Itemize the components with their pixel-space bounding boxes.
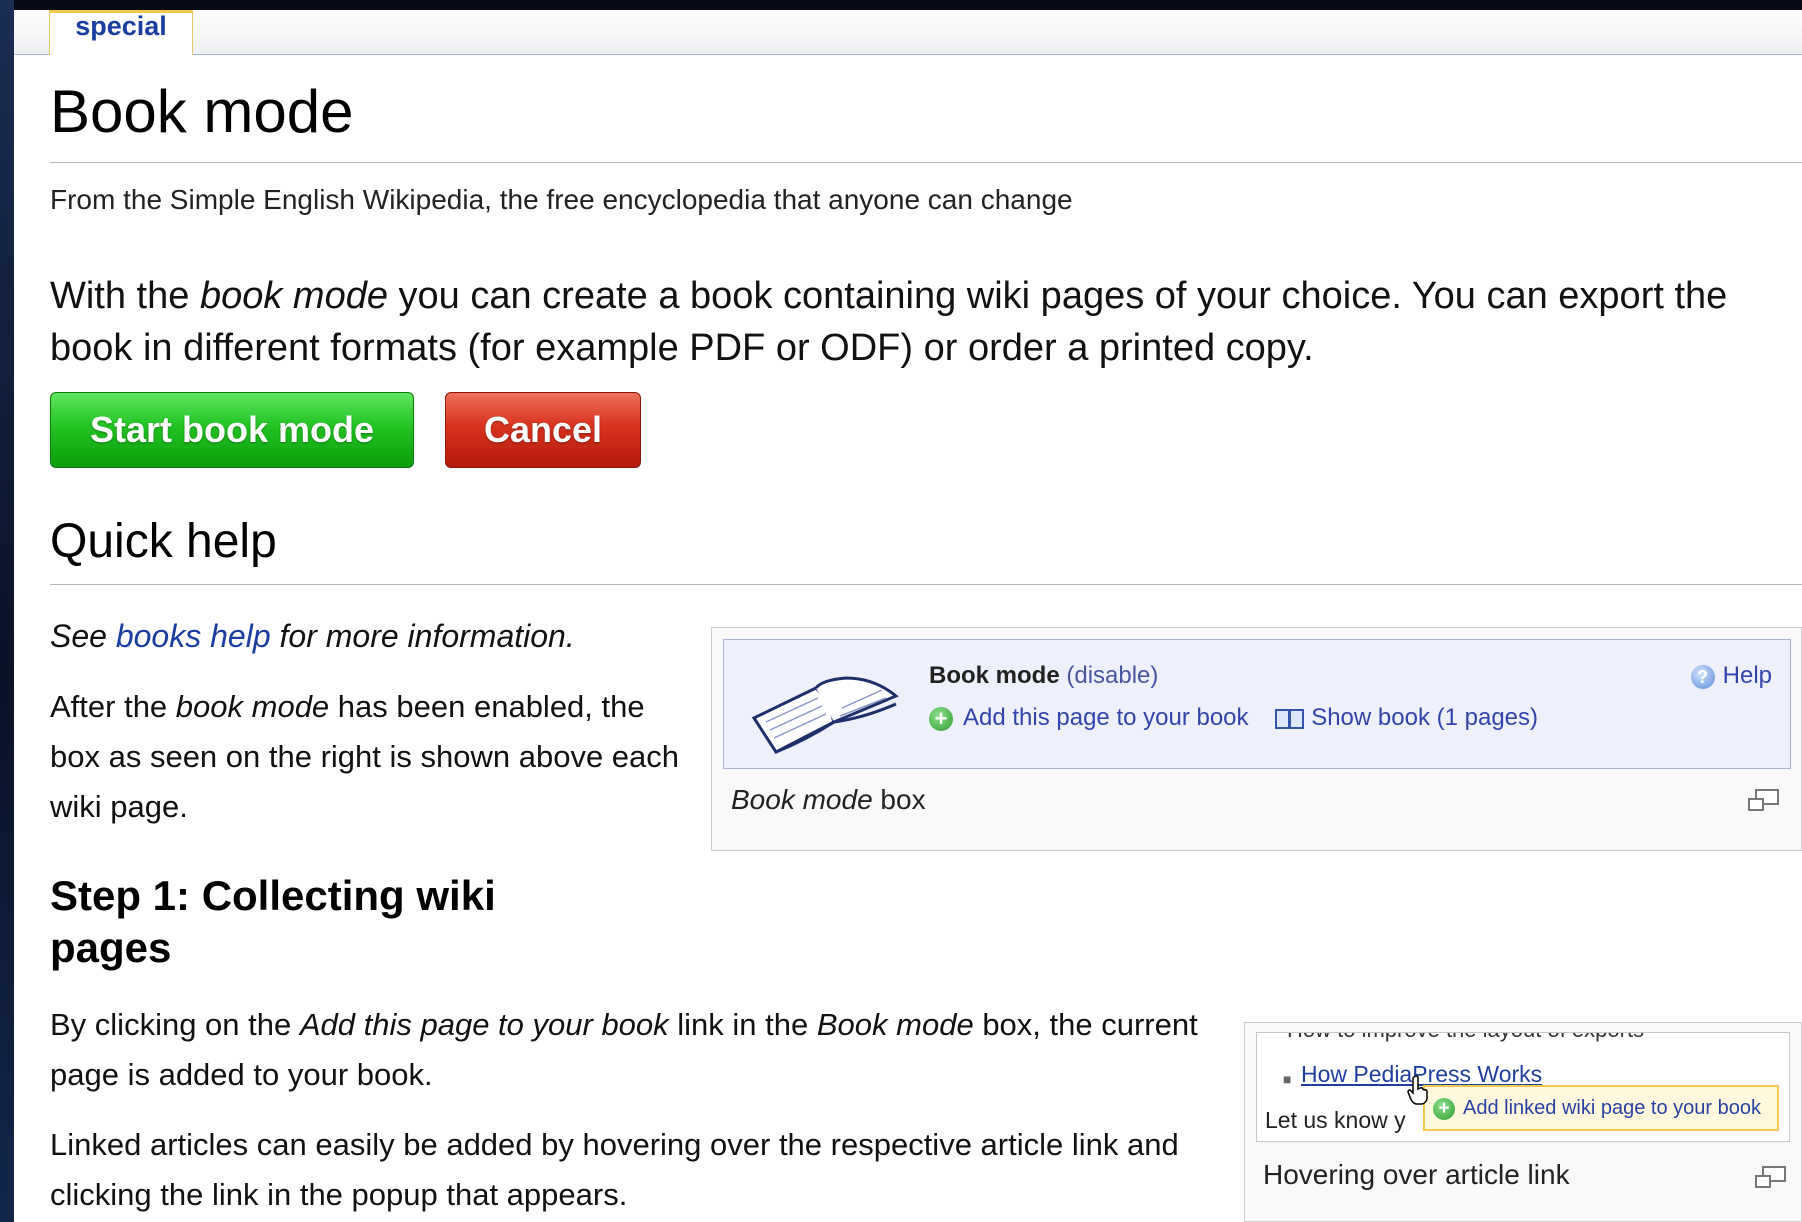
book-icon (1275, 708, 1305, 729)
after-text-1: After the (50, 689, 176, 724)
see-help-after: for more information. (270, 618, 575, 654)
book-mode-label: Book mode (disable) (929, 662, 1158, 690)
book-illustration-icon (751, 676, 899, 754)
book-mode-box: Book mode (disable) + Add this page to yo… (723, 639, 1791, 769)
add-page-link[interactable]: Add this page to your book (963, 704, 1249, 731)
linked-articles-paragraph: Linked articles can easily be added by h… (50, 1127, 1179, 1212)
intro-paragraph: With the book mode you can create a book… (50, 270, 1770, 374)
wiki-page: special Book mode From the Simple Englis… (14, 10, 1802, 1222)
see-help-line: See books help for more information. (50, 618, 575, 655)
tab-bar: special (14, 10, 1802, 55)
step1-paragraph: By clicking on the Add this page to your… (50, 1000, 1220, 1100)
bullet-icon: ■ (1283, 1071, 1292, 1087)
step1-em-1: Add this page to your book (299, 1007, 669, 1042)
popup-label[interactable]: Add linked wiki page to your book (1463, 1097, 1761, 1119)
help-link-wrap[interactable]: ? Help (1690, 662, 1772, 690)
intro-text-1: With the (50, 275, 200, 317)
books-help-link[interactable]: books help (116, 618, 271, 654)
hover-thumbnail: How to improve the layout of exports ■ H… (1244, 1022, 1802, 1222)
site-subtitle: From the Simple English Wikipedia, the f… (50, 184, 1073, 215)
help-icon: ? (1690, 664, 1715, 689)
after-em: book mode (175, 689, 330, 724)
step1-heading: Step 1: Collecting wiki pages (50, 872, 496, 971)
page-title: Book mode (50, 78, 354, 145)
step1-em-2: Book mode (816, 1007, 974, 1042)
add-linked-page-popup[interactable]: + Add linked wiki page to your book (1423, 1085, 1779, 1131)
show-book-link[interactable]: Show book (1 pages) (1311, 704, 1538, 731)
tab-special[interactable]: special (49, 10, 193, 55)
magnify-icon[interactable] (1746, 788, 1782, 814)
thumb2-caption: Hovering over article link (1263, 1159, 1570, 1190)
see-help-text: See (50, 618, 116, 654)
title-divider (50, 162, 1802, 163)
let-us-know-text: Let us know y (1265, 1107, 1406, 1133)
help-link[interactable]: Help (1723, 662, 1772, 689)
cancel-button[interactable]: Cancel (445, 392, 641, 468)
book-mode-title: Book mode (929, 662, 1060, 689)
caption1-em: Book mode (731, 784, 873, 815)
add-icon: + (929, 706, 953, 731)
hand-cursor-icon (1407, 1075, 1428, 1105)
section-divider (50, 584, 1802, 585)
hover-preview: How to improve the layout of exports ■ H… (1256, 1032, 1790, 1142)
caption1-rest: box (872, 784, 926, 815)
add-icon: + (1433, 1097, 1455, 1120)
book-mode-box-thumbnail: Book mode (disable) + Add this page to yo… (711, 627, 1802, 851)
magnify-icon[interactable] (1753, 1165, 1789, 1191)
desktop-background (0, 0, 14, 1222)
disable-link[interactable]: (disable) (1066, 662, 1158, 689)
start-book-mode-button[interactable]: Start book mode (50, 392, 414, 468)
step1-text-b: link in the (668, 1007, 817, 1042)
after-enabled-paragraph: After the book mode has been enabled, th… (50, 682, 690, 832)
book-mode-actions: + Add this page to your book Show book (1… (929, 704, 1538, 732)
quick-help-heading: Quick help (50, 515, 277, 568)
cut-off-list-item: How to improve the layout of exports (1287, 1033, 1644, 1043)
intro-em: book mode (199, 275, 388, 317)
window-top-edge (0, 0, 1802, 10)
step1-text-a: By clicking on the (50, 1007, 300, 1042)
thumb1-caption: Book mode box (731, 784, 926, 816)
